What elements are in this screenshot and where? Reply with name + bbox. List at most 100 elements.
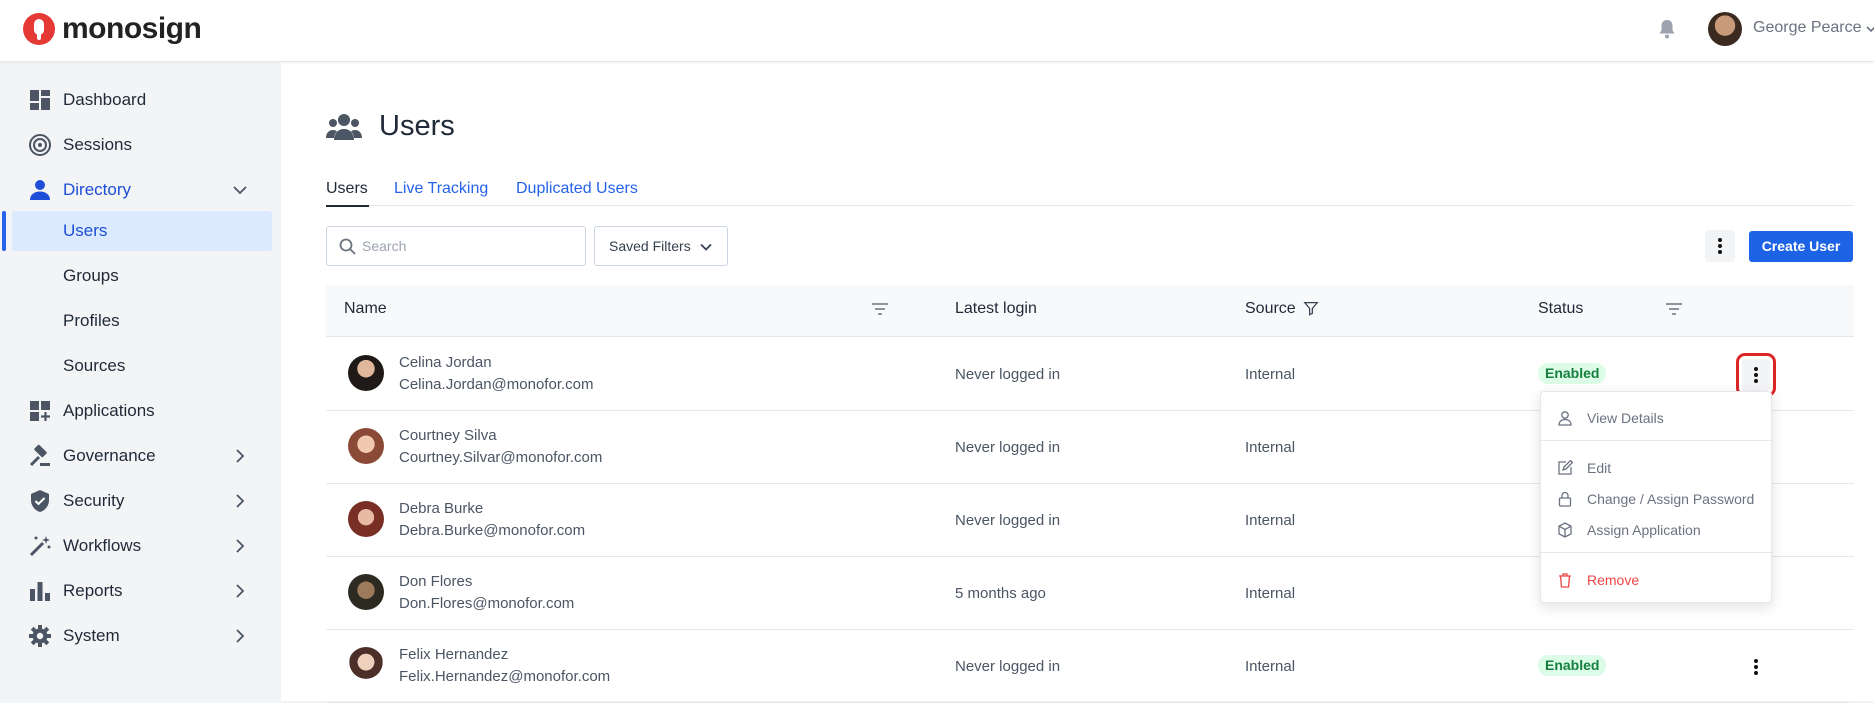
sidebar-item-label: Governance (63, 446, 156, 465)
table-header: Name Latest login Source Status (326, 285, 1854, 337)
column-header-source[interactable]: Source (1245, 300, 1296, 318)
avatar (348, 574, 384, 610)
sidebar-item-label: Sources (63, 356, 126, 375)
monosign-logo[interactable]: monosign (22, 12, 202, 46)
user-email: Celina.Jordan@monofor.com (399, 376, 594, 393)
top-bar: monosign George Pearce (0, 0, 1874, 62)
menu-item-label: View Details (1587, 410, 1664, 426)
page-title: Users (379, 110, 455, 142)
lock-icon (1558, 491, 1572, 507)
brand-name: monosign (62, 12, 202, 45)
sidebar-item-directory[interactable]: Directory (0, 170, 281, 210)
sidebar-item-label: Reports (63, 581, 123, 600)
sidebar-item-sources[interactable]: Sources (0, 346, 281, 386)
sidebar-item-label: Workflows (63, 536, 142, 555)
user-name: Celina Jordan (399, 354, 492, 371)
user-name[interactable]: George Pearce (1753, 19, 1862, 37)
sessions-icon (29, 134, 51, 156)
user-name: Felix Hernandez (399, 646, 509, 663)
edit-icon (1558, 460, 1573, 475)
latest-login: 5 months ago (955, 585, 1046, 602)
sidebar-item-label: Security (63, 491, 125, 510)
users-group-icon (326, 114, 362, 140)
table-row[interactable]: Felix Hernandez Felix.Hernandez@monofor.… (326, 630, 1854, 703)
avatar (348, 647, 384, 683)
filter-icon[interactable] (1302, 300, 1320, 316)
chevron-right-icon (236, 539, 245, 553)
create-user-button[interactable]: Create User (1749, 231, 1853, 262)
sidebar-item-governance[interactable]: Governance (0, 436, 281, 476)
row-actions-button[interactable] (1742, 651, 1770, 683)
more-vertical-icon (1718, 238, 1722, 254)
user-name: Don Flores (399, 573, 473, 590)
saved-filters-dropdown[interactable]: Saved Filters (594, 226, 728, 266)
toolbar-more-button[interactable] (1705, 230, 1735, 262)
avatar (348, 501, 384, 537)
tab-active-indicator (326, 205, 369, 207)
bell-icon[interactable] (1655, 17, 1679, 41)
menu-item-edit[interactable]: Edit (1541, 454, 1773, 482)
column-header-status[interactable]: Status (1538, 300, 1583, 318)
sidebar-item-sessions[interactable]: Sessions (0, 125, 281, 165)
search-box (326, 226, 586, 266)
user-email: Courtney.Silvar@monofor.com (399, 449, 603, 466)
user-icon (1558, 411, 1572, 426)
column-header-name[interactable]: Name (344, 300, 387, 318)
sidebar-item-label: Users (63, 221, 108, 240)
source: Internal (1245, 366, 1296, 383)
sidebar-item-reports[interactable]: Reports (0, 571, 281, 611)
reports-icon (30, 582, 50, 601)
sidebar-item-groups[interactable]: Groups (0, 256, 281, 296)
logo-icon (23, 13, 55, 45)
dashboard-icon (30, 90, 50, 110)
avatar[interactable] (1708, 12, 1742, 46)
menu-item-label: Edit (1587, 460, 1612, 476)
chevron-right-icon (236, 584, 245, 598)
tab-live-tracking[interactable]: Live Tracking (394, 180, 488, 198)
sidebar-item-system[interactable]: System (0, 616, 281, 656)
latest-login: Never logged in (955, 512, 1061, 529)
gear-icon (29, 625, 51, 647)
sidebar-item-users[interactable]: Users (0, 211, 281, 251)
sidebar-item-label: Groups (63, 266, 119, 285)
menu-divider (1541, 440, 1773, 441)
shield-icon (31, 490, 49, 512)
status-badge: Enabled (1538, 655, 1607, 676)
menu-item-remove[interactable]: Remove (1541, 566, 1773, 594)
workflows-icon (29, 536, 51, 557)
source: Internal (1245, 439, 1296, 456)
menu-item-change-password[interactable]: Change / Assign Password (1541, 485, 1773, 513)
sidebar-item-label: Directory (63, 180, 132, 199)
menu-item-assign-application[interactable]: Assign Application (1541, 516, 1773, 544)
applications-icon (30, 401, 50, 421)
sidebar-item-profiles[interactable]: Profiles (0, 301, 281, 341)
user-name: Debra Burke (399, 500, 484, 517)
more-vertical-icon (1754, 367, 1758, 383)
row-actions-button[interactable] (1736, 353, 1776, 397)
sort-icon[interactable] (871, 301, 889, 317)
tab-bar: Users Live Tracking Duplicated Users (326, 176, 1854, 207)
search-input[interactable] (362, 235, 577, 257)
tab-duplicated-users[interactable]: Duplicated Users (516, 180, 638, 198)
cube-icon (1558, 522, 1572, 538)
sort-icon[interactable] (1665, 301, 1683, 317)
chevron-right-icon (236, 449, 245, 463)
user-email: Debra.Burke@monofor.com (399, 522, 586, 539)
avatar (348, 428, 384, 464)
column-header-latest-login[interactable]: Latest login (955, 300, 1037, 318)
sidebar-item-label: Applications (63, 401, 155, 420)
sidebar-item-dashboard[interactable]: Dashboard (0, 80, 281, 120)
search-icon (339, 238, 356, 255)
sidebar-item-label: System (63, 626, 120, 645)
sidebar-item-workflows[interactable]: Workflows (0, 526, 281, 566)
sidebar-item-applications[interactable]: Applications (0, 391, 281, 431)
tab-users[interactable]: Users (326, 180, 368, 198)
menu-divider (1541, 552, 1773, 553)
menu-item-view-details[interactable]: View Details (1541, 404, 1773, 432)
chevron-down-icon[interactable] (1866, 24, 1874, 34)
latest-login: Never logged in (955, 439, 1061, 456)
sidebar-item-security[interactable]: Security (0, 481, 281, 521)
source: Internal (1245, 512, 1296, 529)
source: Internal (1245, 585, 1296, 602)
avatar (348, 355, 384, 391)
